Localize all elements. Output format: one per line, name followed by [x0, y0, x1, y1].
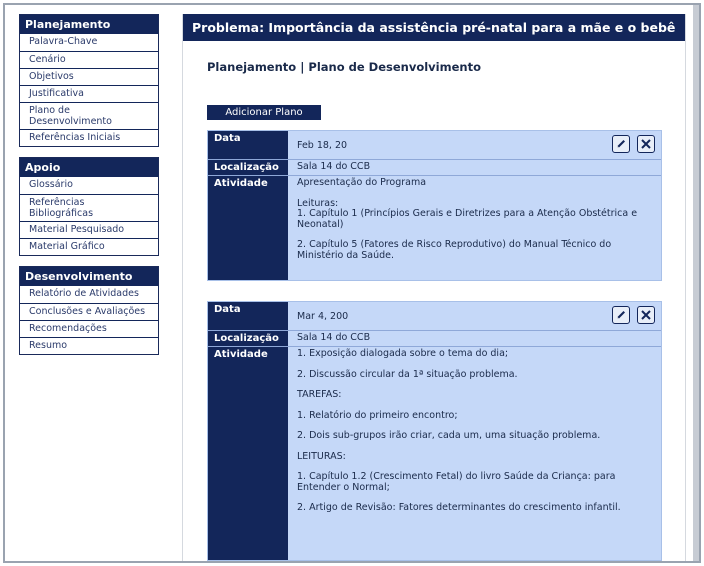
plan-location-row: Localização Sala 14 do CCB — [208, 159, 661, 175]
main-content: Problema: Importância da assistência pré… — [182, 14, 686, 561]
sidebar-item-justificativa[interactable]: Justificativa — [20, 85, 158, 102]
close-icon — [641, 139, 651, 149]
plan-activity: 1. Exposição dialogada sobre o tema do d… — [288, 347, 661, 560]
plan-date-row: Data Mar 4, 200 — [208, 302, 661, 330]
plan-activity-row: Atividade 1. Exposição dialogada sobre o… — [208, 346, 661, 560]
date-label: Data — [208, 302, 288, 330]
sidebar-heading: Desenvolvimento — [20, 267, 158, 286]
activity-line: 2. Capítulo 5 (Fatores de Risco Reprodut… — [297, 239, 612, 261]
plan-actions — [612, 135, 655, 153]
sidebar: Planejamento Palavra-Chave Cenário Objet… — [19, 14, 159, 365]
activity-line: 2. Dois sub-grupos irão criar, cada um, … — [297, 430, 601, 441]
plan-activity: Apresentação do Programa Leituras: 1. Ca… — [288, 176, 661, 280]
plan-location: Sala 14 do CCB — [297, 161, 371, 172]
delete-button[interactable] — [637, 306, 655, 324]
sidebar-item-recomendacoes[interactable]: Recomendações — [20, 320, 158, 337]
plan-date: Feb 18, 20 — [297, 140, 348, 151]
activity-line: 1. Relatório do primeiro encontro; — [297, 409, 458, 421]
activity-label: Atividade — [208, 347, 288, 560]
sidebar-item-cenario[interactable]: Cenário — [20, 51, 158, 68]
window-frame: Planejamento Palavra-Chave Cenário Objet… — [3, 3, 701, 563]
edit-button[interactable] — [612, 306, 630, 324]
sidebar-group-desenvolvimento: Desenvolvimento Relatório de Atividades … — [19, 266, 159, 355]
plan-location-row: Localização Sala 14 do CCB — [208, 330, 661, 346]
sidebar-item-relatorio-atividades[interactable]: Relatório de Atividades — [20, 286, 158, 303]
activity-line: LEITURAS: — [297, 450, 346, 462]
sidebar-heading: Planejamento — [20, 15, 158, 34]
sidebar-item-palavra-chave[interactable]: Palavra-Chave — [20, 34, 158, 51]
sidebar-item-referencias-iniciais[interactable]: Referências Iniciais — [20, 129, 158, 146]
plan-activity-row: Atividade Apresentação do Programa Leitu… — [208, 175, 661, 280]
add-plan-button[interactable]: Adicionar Plano — [207, 105, 321, 120]
plan-card: Data Feb 18, 20 Localização Sala 14 do C… — [207, 130, 662, 281]
activity-line: 2. Discussão circular da 1ª situação pro… — [297, 368, 518, 380]
sidebar-item-objetivos[interactable]: Objetivos — [20, 68, 158, 85]
edit-button[interactable] — [612, 135, 630, 153]
sidebar-item-material-grafico[interactable]: Material Gráfico — [20, 238, 158, 255]
activity-line: TAREFAS: — [297, 389, 342, 400]
activity-line: Apresentação do Programa — [297, 177, 427, 188]
plan-date: Mar 4, 200 — [297, 311, 349, 322]
sidebar-item-referencias-bibliograficas[interactable]: Referências Bibliográficas — [20, 194, 158, 221]
plan-location: Sala 14 do CCB — [297, 332, 371, 343]
plan-card: Data Mar 4, 200 Localização Sala 14 do C… — [207, 301, 662, 561]
sidebar-group-apoio: Apoio Glossário Referências Bibliográfic… — [19, 157, 159, 256]
sidebar-heading: Apoio — [20, 158, 158, 177]
pencil-icon — [617, 311, 625, 319]
plan-date-row: Data Feb 18, 20 — [208, 131, 661, 159]
plan-actions — [612, 306, 655, 324]
pencil-icon — [617, 140, 625, 148]
location-label: Localização — [208, 331, 288, 346]
activity-line: 1. Exposição dialogada sobre o tema do d… — [297, 348, 509, 359]
breadcrumb: Planejamento | Plano de Desenvolvimento — [207, 60, 481, 74]
close-icon — [641, 310, 651, 320]
sidebar-item-glossario[interactable]: Glossário — [20, 177, 158, 194]
sidebar-group-planejamento: Planejamento Palavra-Chave Cenário Objet… — [19, 14, 159, 147]
activity-line: 2. Artigo de Revisão: Fatores determinan… — [297, 502, 621, 513]
activity-line: Leituras: 1. Capítulo 1 (Princípios Gera… — [297, 197, 638, 230]
activity-label: Atividade — [208, 176, 288, 280]
page-title: Problema: Importância da assistência pré… — [183, 14, 685, 41]
delete-button[interactable] — [637, 135, 655, 153]
sidebar-item-resumo[interactable]: Resumo — [20, 337, 158, 354]
sidebar-item-material-pesquisado[interactable]: Material Pesquisado — [20, 221, 158, 238]
location-label: Localização — [208, 160, 288, 175]
sidebar-item-plano-desenvolvimento[interactable]: Plano de Desenvolvimento — [20, 102, 158, 129]
date-label: Data — [208, 131, 288, 159]
activity-line: 1. Capítulo 1.2 (Crescimento Fetal) do l… — [297, 471, 616, 493]
sidebar-item-conclusoes-avaliacoes[interactable]: Conclusões e Avaliações — [20, 303, 158, 320]
